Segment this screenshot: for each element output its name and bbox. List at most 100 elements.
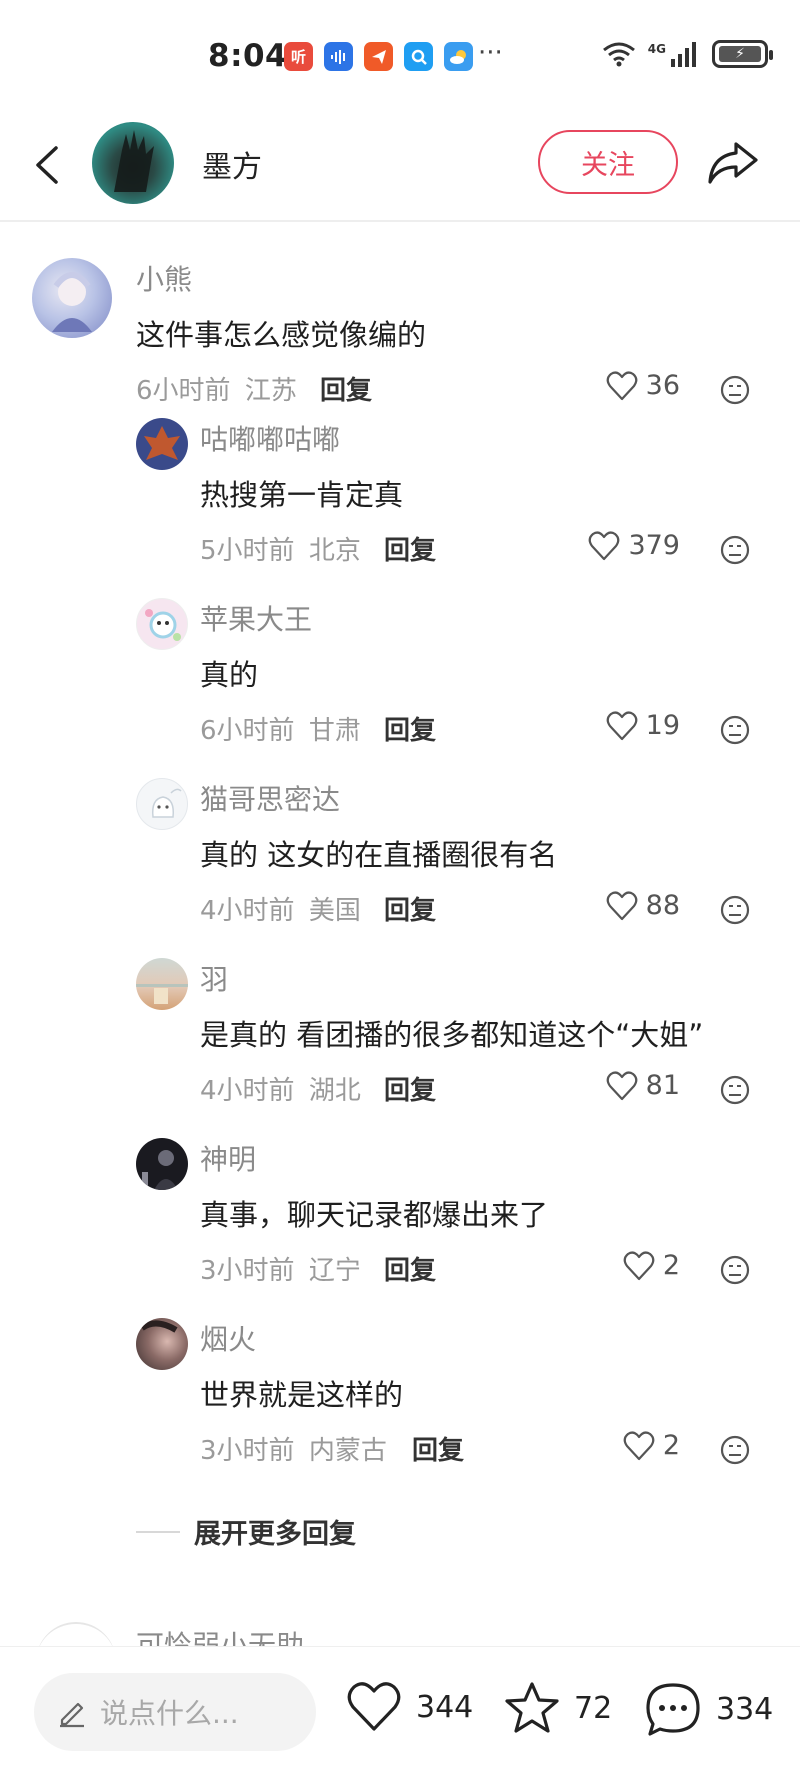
- comment-username[interactable]: 神明: [200, 1138, 256, 1178]
- status-bar: 8:04 听 ··· 4G ⚡: [0, 0, 800, 110]
- dislike-face-icon[interactable]: [719, 714, 751, 746]
- dislike-face-icon[interactable]: [719, 534, 751, 566]
- like-button[interactable]: 19: [606, 710, 680, 741]
- like-button[interactable]: 2: [623, 1250, 680, 1281]
- avatar[interactable]: [32, 258, 112, 338]
- weather-app-icon: [444, 42, 473, 71]
- like-count: 88: [645, 890, 680, 921]
- status-right: 4G ⚡: [602, 40, 773, 68]
- like-button[interactable]: 36: [606, 370, 680, 401]
- like-count: 379: [628, 530, 680, 561]
- share-icon[interactable]: [706, 138, 760, 188]
- like-button[interactable]: 2: [623, 1430, 680, 1461]
- comment-text: 这件事怎么感觉像编的: [136, 318, 427, 352]
- comment-username[interactable]: 苹果大王: [200, 598, 312, 638]
- avatar[interactable]: [136, 598, 188, 650]
- heart-icon: [623, 1430, 655, 1460]
- comment-meta: 4小时前 湖北: [200, 1070, 361, 1107]
- comment-location: 北京: [308, 536, 361, 566]
- next-comment-username[interactable]: 可怜弱小无助: [136, 1624, 304, 1646]
- comment-text: 是真的 看团播的很多都知道这个“大姐”: [200, 1018, 704, 1052]
- expand-more-label[interactable]: 展开更多回复: [194, 1512, 356, 1551]
- heart-icon: [589, 530, 620, 560]
- status-more-icon: ···: [478, 38, 503, 68]
- reply-button[interactable]: 回复: [384, 1250, 436, 1287]
- dislike-face-icon[interactable]: [719, 1254, 751, 1286]
- follow-button[interactable]: 关注: [538, 130, 678, 194]
- post-favorite-button[interactable]: 72: [504, 1681, 612, 1735]
- search-app-icon: [404, 42, 433, 71]
- status-app-icons: 听: [284, 42, 473, 71]
- reply-button[interactable]: 回复: [384, 530, 436, 567]
- comment-location: 江苏: [244, 376, 297, 406]
- post-like-count: 344: [416, 1689, 474, 1725]
- comment-location: 内蒙古: [308, 1436, 387, 1466]
- like-count: 36: [645, 370, 680, 401]
- post-like-button[interactable]: 344: [346, 1681, 473, 1733]
- comment-location: 甘肃: [308, 716, 361, 746]
- comment-text: 真事，聊天记录都爆出来了: [200, 1198, 549, 1232]
- comment-time: 4小时前: [200, 1076, 295, 1106]
- like-count: 2: [662, 1430, 680, 1461]
- reply-button[interactable]: 回复: [384, 710, 436, 747]
- reply-button[interactable]: 回复: [320, 370, 372, 407]
- comment-text: 热搜第一肯定真: [200, 478, 404, 512]
- avatar[interactable]: [136, 1318, 188, 1370]
- status-time: 8:04: [208, 38, 288, 74]
- comment-username[interactable]: 羽: [200, 958, 228, 998]
- like-count: 81: [645, 1070, 680, 1101]
- dislike-face-icon[interactable]: [719, 374, 751, 406]
- back-arrow-icon[interactable]: [28, 142, 68, 188]
- author-name[interactable]: 墨方: [202, 142, 262, 186]
- battery-icon: ⚡: [712, 40, 773, 68]
- expand-more-replies[interactable]: 展开更多回复: [136, 1512, 356, 1551]
- comment-text: 真的 这女的在直播圈很有名: [200, 838, 558, 872]
- avatar[interactable]: [136, 418, 188, 470]
- post-header: 墨方 关注: [0, 110, 800, 222]
- like-button[interactable]: 88: [606, 890, 680, 921]
- comment-username[interactable]: 烟火: [200, 1318, 256, 1358]
- comment-meta: 3小时前 内蒙古: [200, 1430, 387, 1467]
- heart-icon: [606, 370, 637, 400]
- network-type: 4G: [647, 42, 666, 56]
- comment-location: 湖北: [308, 1076, 361, 1106]
- comment-meta: 6小时前 甘肃: [200, 710, 361, 747]
- comment-meta: 3小时前 辽宁: [200, 1250, 361, 1287]
- reply-button[interactable]: 回复: [384, 890, 436, 927]
- avatar[interactable]: [136, 958, 188, 1010]
- comment-text: 世界就是这样的: [200, 1378, 404, 1412]
- paper-plane-app-icon: [364, 42, 393, 71]
- author-avatar[interactable]: [92, 122, 174, 204]
- like-button[interactable]: 81: [606, 1070, 680, 1101]
- pencil-icon: [60, 1702, 84, 1728]
- avatar[interactable]: [136, 778, 188, 830]
- heart-icon: [606, 890, 637, 920]
- heart-icon: [606, 1070, 637, 1100]
- post-favorite-count: 72: [574, 1690, 613, 1726]
- heart-icon: [606, 710, 637, 740]
- like-button[interactable]: 379: [588, 530, 680, 561]
- avatar[interactable]: [136, 1138, 188, 1190]
- comment-meta: 4小时前 美国: [200, 890, 361, 927]
- like-count: 2: [662, 1250, 680, 1281]
- comment-username[interactable]: 咕嘟嘟咕嘟: [200, 418, 340, 458]
- expand-divider: [136, 1530, 180, 1533]
- comment-location: 美国: [308, 896, 361, 926]
- comment-time: 5小时前: [200, 536, 295, 566]
- reply-button[interactable]: 回复: [384, 1070, 436, 1107]
- comment-time: 3小时前: [200, 1256, 295, 1286]
- comment-meta: 6小时前 江苏: [136, 370, 297, 407]
- comment-username[interactable]: 小熊: [136, 258, 192, 298]
- heart-icon: [347, 1682, 401, 1731]
- dislike-face-icon[interactable]: [719, 894, 751, 926]
- voice-app-icon: [324, 42, 353, 71]
- comment-bubble-icon: [646, 1683, 700, 1736]
- dislike-face-icon[interactable]: [719, 1434, 751, 1466]
- comment-time: 3小时前: [200, 1436, 295, 1466]
- post-comment-button[interactable]: 334: [644, 1681, 773, 1737]
- reply-button[interactable]: 回复: [412, 1430, 464, 1467]
- dislike-face-icon[interactable]: [719, 1074, 751, 1106]
- comment-username[interactable]: 猫哥思密达: [200, 778, 340, 818]
- heart-icon: [623, 1250, 655, 1280]
- comment-input[interactable]: 说点什么...: [34, 1673, 316, 1751]
